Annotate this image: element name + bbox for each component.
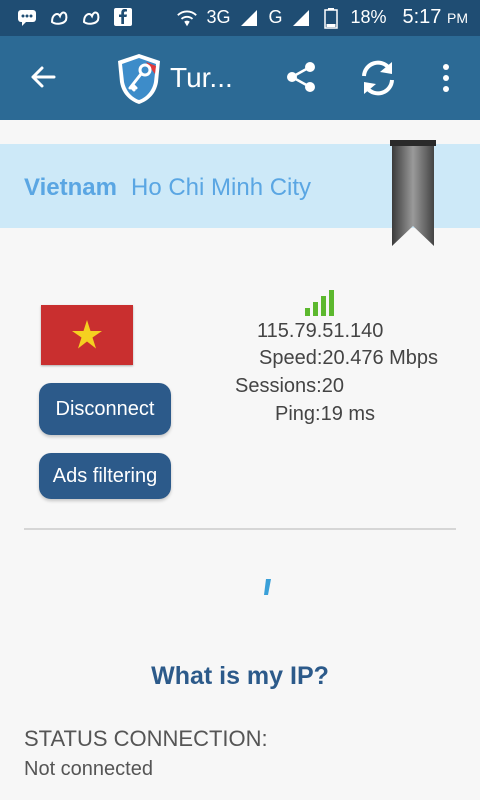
country-name: Vietnam (24, 174, 117, 201)
main-content: Vietnam Ho Chi Minh City Disconnect Ads … (0, 120, 480, 800)
vietnam-flag-icon (41, 305, 133, 365)
clock-ampm: PM (447, 10, 468, 26)
signal-strength-icon (304, 288, 338, 316)
battery-level: 18% (350, 7, 387, 27)
notification-icons (16, 6, 134, 28)
uc-icon (48, 6, 70, 28)
server-sessions: Sessions:20 (235, 375, 344, 397)
bookmark-ribbon-icon[interactable] (390, 140, 436, 250)
uc-icon (80, 6, 102, 28)
status-connection-label: STATUS CONNECTION: (24, 726, 268, 751)
what-is-my-ip-link[interactable]: What is my IP? (0, 662, 480, 691)
shield-logo-icon (114, 52, 164, 106)
wifi-icon (176, 7, 198, 29)
sync-icon[interactable] (356, 58, 400, 98)
battery-icon (320, 7, 342, 29)
city-name: Ho Chi Minh City (131, 174, 312, 201)
share-icon[interactable] (284, 60, 318, 94)
ads-filtering-button[interactable]: Ads filtering (39, 453, 171, 499)
divider (24, 528, 456, 530)
app-bar: Tur... (0, 36, 480, 120)
network-type: 3G (206, 7, 231, 27)
chat-icon (16, 6, 38, 28)
server-ip: 115.79.51.140 (257, 320, 384, 342)
back-arrow-icon[interactable] (26, 60, 60, 94)
carrier-type: G (268, 7, 283, 27)
facebook-icon (112, 6, 134, 28)
clock-time: 5:17 PM (403, 6, 469, 29)
system-icons: 3G G 18% 5:17 PM (176, 6, 468, 29)
loading-spinner-icon (262, 578, 272, 596)
clock-hm: 5:17 (402, 6, 442, 28)
status-connection-value: Not connected (24, 758, 153, 780)
disconnect-button[interactable]: Disconnect (39, 383, 171, 435)
more-vert-icon[interactable] (436, 62, 456, 94)
server-ping: Ping:19 ms (275, 403, 376, 425)
app-title: Tur... (170, 62, 233, 93)
signal-icon (238, 7, 260, 29)
status-bar: 3G G 18% 5:17 PM (0, 0, 480, 36)
signal-icon-2 (290, 7, 312, 29)
server-speed: Speed:20.476 Mbps (259, 347, 439, 369)
